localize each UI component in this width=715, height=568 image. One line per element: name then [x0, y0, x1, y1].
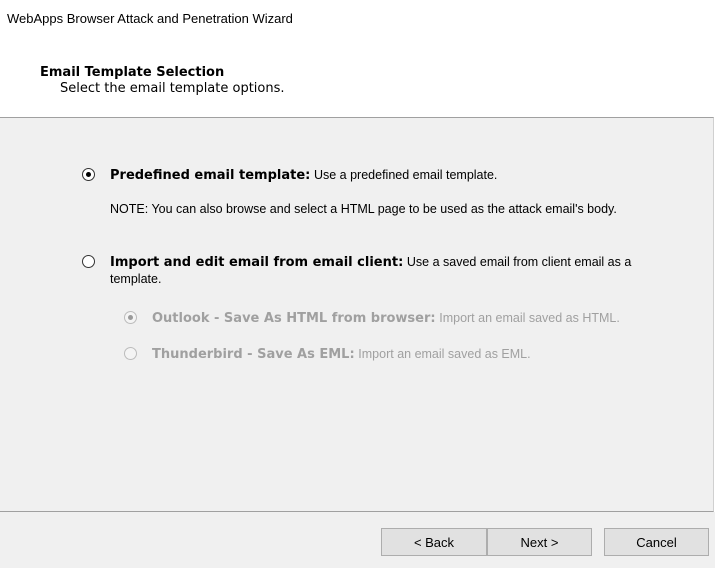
- thunderbird-suboption[interactable]: Thunderbird - Save As EML: Import an ema…: [124, 346, 531, 363]
- cancel-button[interactable]: Cancel: [604, 528, 709, 556]
- page-title: Email Template Selection: [40, 65, 225, 80]
- page-subtitle: Select the email template options.: [60, 81, 285, 96]
- thunderbird-radio[interactable]: [124, 347, 137, 360]
- import-email-option[interactable]: Import and edit email from email client:…: [82, 254, 675, 287]
- options-panel: Predefined email template: Use a predefi…: [0, 117, 714, 512]
- title-bar: WebApps Browser Attack and Penetration W…: [0, 0, 715, 36]
- outlook-description: Import an email saved as HTML.: [439, 311, 620, 325]
- predefined-template-note: NOTE: You can also browse and select a H…: [110, 202, 617, 216]
- outlook-radio[interactable]: [124, 311, 137, 324]
- next-button[interactable]: Next >: [487, 528, 592, 556]
- thunderbird-description: Import an email saved as EML.: [358, 347, 531, 361]
- predefined-template-label: Predefined email template:: [110, 168, 311, 183]
- outlook-suboption[interactable]: Outlook - Save As HTML from browser: Imp…: [124, 310, 620, 327]
- predefined-template-radio[interactable]: [82, 168, 95, 181]
- outlook-label: Outlook - Save As HTML from browser:: [152, 311, 436, 326]
- wizard-window: WebApps Browser Attack and Penetration W…: [0, 0, 715, 568]
- predefined-template-option[interactable]: Predefined email template: Use a predefi…: [82, 167, 670, 184]
- import-email-label: Import and edit email from email client:: [110, 255, 404, 270]
- window-title: WebApps Browser Attack and Penetration W…: [7, 11, 293, 26]
- predefined-template-description: Use a predefined email template.: [313, 168, 498, 182]
- back-button[interactable]: < Back: [381, 528, 487, 556]
- thunderbird-label: Thunderbird - Save As EML:: [152, 347, 355, 362]
- wizard-header: Email Template Selection Select the emai…: [0, 36, 715, 117]
- import-email-radio[interactable]: [82, 255, 95, 268]
